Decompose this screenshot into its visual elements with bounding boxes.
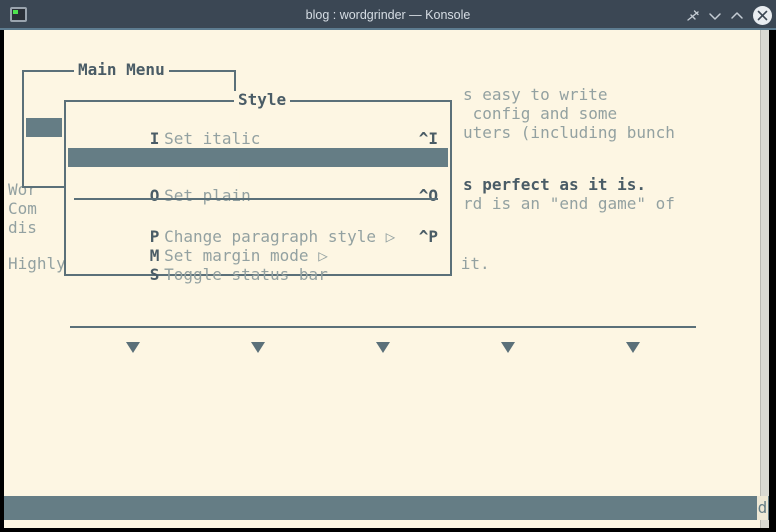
doc-right-fragment: uters (including bunch (463, 123, 675, 142)
pin-icon[interactable] (682, 0, 704, 30)
terminal-icon-prompt (13, 10, 18, 14)
tab-marker-icon (376, 342, 390, 353)
tab-marker-icon (501, 342, 515, 353)
chevron-up-icon[interactable] (726, 0, 748, 30)
menu-item-toggle-status-bar[interactable]: S Toggle status bar (68, 246, 448, 284)
window-title: blog : wordgrinder — Konsole (305, 8, 471, 22)
tab-marker-icon (251, 342, 265, 353)
menu-item-key: O (149, 186, 160, 205)
main-menu-title: Main Menu (74, 61, 169, 79)
doc-right-fragment-bold: s perfect as it is. (463, 175, 647, 194)
menu-item-label: Set plain (164, 186, 251, 205)
doc-right-fragment: s easy to write (463, 85, 608, 104)
terminal-scrollbar[interactable] (760, 30, 769, 528)
menu-item-set-plain[interactable]: O Set plain ^O (68, 167, 448, 205)
tab-marker-icon (126, 342, 140, 353)
menu-separator (74, 198, 438, 200)
menu-item-set-italic[interactable]: I Set italic ^I (68, 110, 448, 148)
close-icon[interactable] (753, 6, 772, 25)
chevron-down-icon[interactable] (704, 0, 726, 30)
window-titlebar[interactable]: blog : wordgrinder — Konsole (0, 0, 776, 30)
menu-item-style[interactable]: S (26, 118, 117, 156)
menu-item-set-underline[interactable]: USet underline^U (68, 129, 448, 167)
terminal-icon (10, 7, 27, 22)
status-bar-cursor: d (757, 496, 768, 520)
doc-right-fragment: config and some (463, 104, 618, 123)
konsole-window: blog : wordgrinder — Konsole Wor Com dis… (0, 0, 776, 532)
menu-item-label: Toggle status bar (164, 265, 328, 284)
menu-item-set-margin-mode[interactable]: M Set margin mode ▷ (68, 227, 448, 265)
status-bar: ^V rebinds a menu item; ^X unbinds it; ^… (4, 496, 769, 520)
style-menu-title: Style (234, 91, 291, 109)
doc-left-fragment: dis (8, 218, 37, 237)
menu-item-set-bold[interactable]: B Set bold ^B (68, 148, 448, 186)
menu-item-change-paragraph-style[interactable]: P Change paragraph style ▷ ^P (68, 208, 448, 246)
document-horizontal-rule (70, 326, 696, 328)
tab-marker-icon (626, 342, 640, 353)
style-menu-panel[interactable]: Style ISet italic^I USet underline^U BSe… (64, 91, 452, 284)
menu-item-accelerator: ^O (418, 186, 438, 205)
terminal-content[interactable]: Wor Com dis s easy to write config and s… (4, 30, 769, 528)
menu-item-file[interactable]: FFile▷ (26, 80, 236, 118)
doc-right-fragment: rd is an "end game" of (463, 194, 675, 213)
menu-item-key: S (149, 265, 160, 284)
